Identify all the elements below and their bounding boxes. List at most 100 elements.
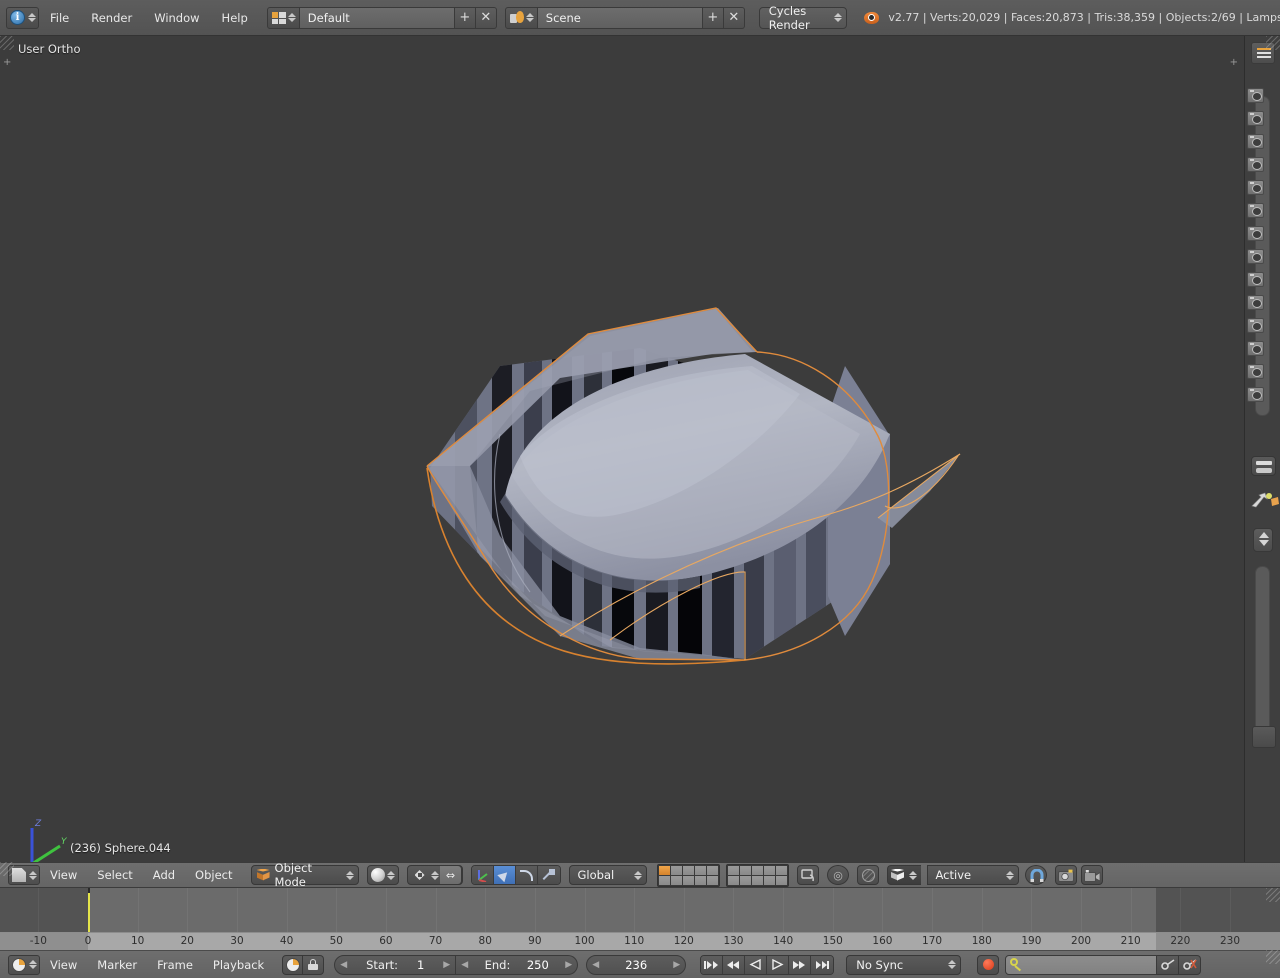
frame-start-field[interactable]: ◀ Start: 1 ▶ xyxy=(334,954,457,975)
lock-time-button[interactable] xyxy=(303,954,325,975)
properties-scroll-button[interactable] xyxy=(1253,528,1273,552)
play-button[interactable] xyxy=(767,955,790,974)
properties-tab-data[interactable] xyxy=(1247,249,1264,264)
proportional-editing-toggle[interactable] xyxy=(886,865,921,885)
layer-cell[interactable] xyxy=(706,875,718,885)
timeline-menu-playback[interactable]: Playback xyxy=(203,956,274,974)
properties-tab-extra[interactable] xyxy=(1247,364,1264,379)
screen-layout-remove-button[interactable]: ✕ xyxy=(475,6,497,29)
layer-cell[interactable] xyxy=(739,865,751,875)
layer-cell[interactable] xyxy=(682,865,694,875)
snap-magnet-button[interactable] xyxy=(1024,865,1047,885)
timeline-playhead[interactable] xyxy=(88,890,90,932)
keying-set-field[interactable] xyxy=(1005,954,1158,975)
layer-cell[interactable] xyxy=(694,875,706,885)
editor-type-spinner[interactable] xyxy=(27,13,36,22)
record-button[interactable] xyxy=(977,954,1000,975)
screen-layout-name[interactable]: Default xyxy=(299,6,455,29)
screen-layout-spinner[interactable] xyxy=(288,13,297,22)
editor-type-info-button[interactable]: i xyxy=(6,6,39,29)
properties-search-button[interactable] xyxy=(1251,456,1276,476)
properties-tab-particles[interactable] xyxy=(1247,318,1264,333)
manipulator-group[interactable] xyxy=(470,865,561,885)
layer-block-2[interactable] xyxy=(725,863,789,887)
properties-tab-world[interactable] xyxy=(1247,157,1264,172)
playback-transport[interactable] xyxy=(700,954,835,975)
area-drag-corner-tl[interactable] xyxy=(0,36,14,50)
layer-cell[interactable] xyxy=(763,865,775,875)
snap-during-transform-button[interactable]: ⇔ xyxy=(439,865,462,885)
scene-spinner[interactable] xyxy=(526,13,535,22)
timeline-menu-marker[interactable]: Marker xyxy=(87,956,147,974)
manipulator-toggle[interactable] xyxy=(471,866,494,884)
jump-next-keyframe-button[interactable] xyxy=(789,955,812,974)
occlude-geometry-button[interactable] xyxy=(856,865,879,885)
view3d-editor-spinner[interactable] xyxy=(28,870,37,880)
properties-tab-column[interactable] xyxy=(1247,88,1265,402)
area-drag-corner-br[interactable] xyxy=(1266,888,1280,902)
current-frame-dec[interactable]: ◀ xyxy=(592,960,599,970)
screen-layout-add-button[interactable]: + xyxy=(454,6,476,29)
layer-cell[interactable] xyxy=(694,865,706,875)
render-image-button[interactable] xyxy=(1054,865,1077,885)
layer-cell[interactable] xyxy=(751,875,763,885)
properties-editor-strip[interactable] xyxy=(1244,36,1280,862)
mesh-object-sphere-044[interactable] xyxy=(0,36,1244,862)
manipulator-translate[interactable] xyxy=(493,866,516,884)
layer-cell[interactable] xyxy=(775,875,787,885)
layer-cell[interactable] xyxy=(670,875,682,885)
keying-set-remove-button[interactable] xyxy=(1179,954,1202,975)
layer-cell[interactable] xyxy=(763,875,775,885)
layer-cell[interactable] xyxy=(670,865,682,875)
layer-cell[interactable] xyxy=(751,865,763,875)
properties-tab-texture[interactable] xyxy=(1247,295,1264,310)
timeline-menu-frame[interactable]: Frame xyxy=(147,956,203,974)
layer-cell[interactable] xyxy=(775,865,787,875)
keying-set-add-button[interactable] xyxy=(1157,954,1180,975)
jump-to-end-button[interactable] xyxy=(811,955,834,974)
interaction-mode-select[interactable]: Object Mode xyxy=(250,861,359,889)
area-drag-corner-bottom[interactable] xyxy=(1266,950,1280,964)
lock-camera-to-view-button[interactable] xyxy=(796,865,819,885)
layer-cell[interactable] xyxy=(658,865,670,875)
frame-end-inc[interactable]: ▶ xyxy=(565,960,572,970)
view3d-menu-select[interactable]: Select xyxy=(87,866,142,884)
manipulator-scale[interactable] xyxy=(537,866,560,884)
properties-tab-modifiers[interactable] xyxy=(1247,226,1264,241)
auto-keyframe-button[interactable] xyxy=(282,954,304,975)
properties-tab-extra[interactable] xyxy=(1247,387,1264,402)
frame-start-dec[interactable]: ◀ xyxy=(340,960,347,970)
timeline-menu-view[interactable]: View xyxy=(40,956,87,974)
layer-cell[interactable] xyxy=(706,865,718,875)
menu-help[interactable]: Help xyxy=(211,8,259,28)
screen-layout-combo[interactable]: Default + ✕ xyxy=(266,6,497,29)
properties-tab-render-layers[interactable] xyxy=(1247,111,1264,126)
area-drag-corner-tr[interactable] xyxy=(1266,36,1280,50)
current-frame-inc[interactable]: ▶ xyxy=(673,960,680,970)
viewport-shading-select[interactable] xyxy=(366,865,399,885)
transform-orientation-select[interactable]: Global xyxy=(568,865,647,885)
scene-layers[interactable] xyxy=(656,863,789,887)
frame-end-dec[interactable]: ◀ xyxy=(461,960,468,970)
pin-icon[interactable] xyxy=(1249,492,1279,510)
layer-cell[interactable] xyxy=(739,875,751,885)
manipulator-rotate[interactable] xyxy=(515,866,538,884)
scene-name[interactable]: Scene xyxy=(537,6,703,29)
layer-block-1[interactable] xyxy=(656,863,720,887)
screen-layout-icon-button[interactable] xyxy=(266,6,300,29)
scene-combo[interactable]: Scene + ✕ xyxy=(504,6,745,29)
scene-add-button[interactable]: + xyxy=(702,6,724,29)
jump-to-start-button[interactable] xyxy=(701,955,724,974)
play-reverse-button[interactable] xyxy=(745,955,768,974)
properties-tab-constraints[interactable] xyxy=(1247,203,1264,218)
properties-scrollbar[interactable] xyxy=(1255,566,1270,746)
render-only-toggle[interactable]: ◎ xyxy=(826,865,849,885)
timeline-editor[interactable]: -10 0 10 20 30 40 50 60 70 80 90 100 110 120 130 140 150… xyxy=(0,888,1280,951)
timeline-track[interactable] xyxy=(0,888,1280,932)
menu-window[interactable]: Window xyxy=(143,8,210,28)
layer-cell[interactable] xyxy=(682,875,694,885)
properties-tab-scene[interactable] xyxy=(1247,134,1264,149)
render-engine-select[interactable]: Cycles Render xyxy=(758,4,848,32)
scene-remove-button[interactable]: ✕ xyxy=(723,6,745,29)
viewport-3d[interactable]: User Ortho + + Z Y (236) Sphere.044 xyxy=(0,36,1244,862)
